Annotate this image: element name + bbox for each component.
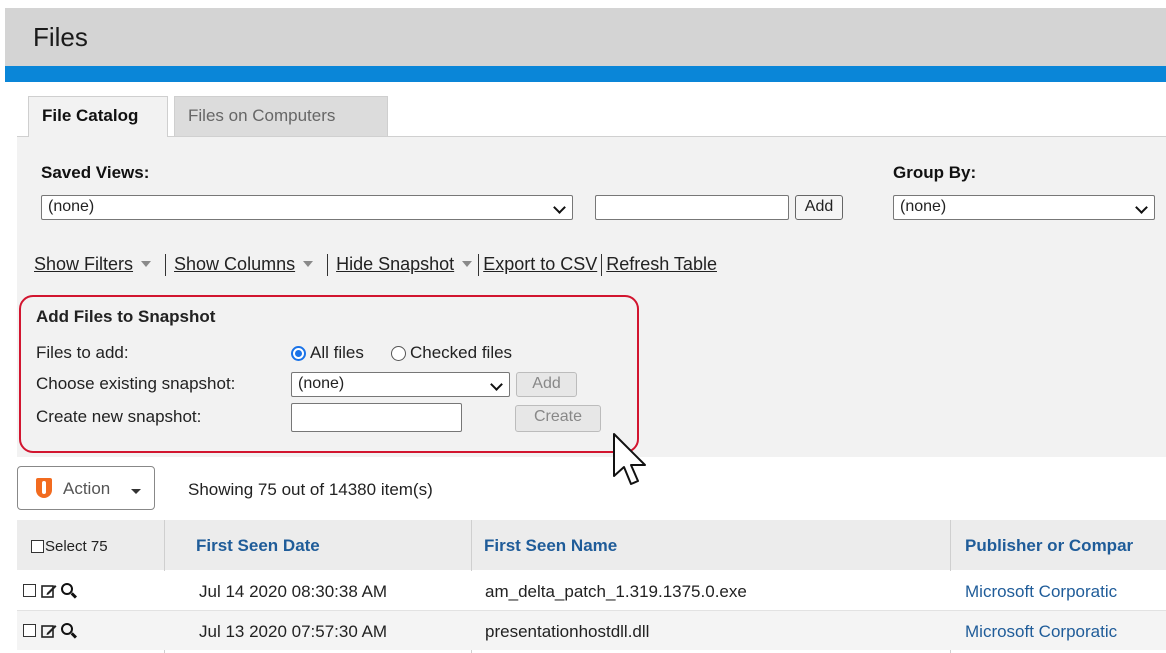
divider [327,254,329,277]
page-header: Files [5,8,1166,66]
checked-files-label: Checked files [410,343,513,362]
add-view-button[interactable]: Add [795,195,843,220]
new-view-name-input[interactable] [595,195,789,220]
all-files-label: All files [310,343,364,362]
action-menu-button[interactable]: Action [17,466,155,510]
row-checkbox[interactable] [23,584,36,597]
column-publisher[interactable]: Publisher or Compar [965,536,1133,556]
tab-files-on-computers[interactable]: Files on Computers [174,96,388,136]
row-publisher-link[interactable]: Microsoft Corporatic [965,622,1117,642]
add-to-snapshot-button[interactable]: Add [516,372,577,397]
table-row: Jul 13 2020 07:57:30 AM presentationhost… [17,611,1166,650]
column-first-seen-name[interactable]: First Seen Name [484,536,617,556]
select-all-checkbox[interactable] [31,540,44,553]
table-options-links: Show Filters Show Columns Hide Snapshot Exp… [34,254,717,277]
chevron-down-icon [553,201,566,214]
saved-views-select[interactable]: (none) [41,195,573,220]
row-checkbox[interactable] [23,624,36,637]
result-count: Showing 75 out of 14380 item(s) [188,480,433,499]
existing-snapshot-select[interactable]: (none) [291,372,510,397]
divider [601,254,603,277]
search-icon[interactable] [61,623,73,635]
row-date: Jul 13 2020 07:57:30 AM [199,622,388,641]
dropdown-triangle-icon [462,260,473,267]
chevron-down-icon [1135,201,1148,214]
edit-icon[interactable] [41,623,57,638]
group-by-label: Group By: [893,163,977,182]
mouse-cursor-icon [613,433,646,485]
page-title: Files [33,22,88,52]
create-snapshot-button[interactable]: Create [515,405,601,432]
export-csv-link[interactable]: Export to CSV [483,254,597,274]
row-name: presentationhostdll.dll [485,622,650,641]
row-name: am_delta_patch_1.319.1375.0.exe [485,582,747,601]
caret-down-icon [131,489,141,494]
column-first-seen-date[interactable]: First Seen Date [196,536,320,556]
tab-file-catalog[interactable]: File Catalog [28,96,168,137]
select-all-label: Select 75 [45,538,108,555]
edit-icon[interactable] [41,583,57,598]
create-new-label: Create new snapshot: [36,407,202,426]
saved-views-value: (none) [48,198,95,215]
checked-files-radio[interactable] [391,346,406,361]
divider [478,254,480,277]
refresh-table-link[interactable]: Refresh Table [606,254,717,274]
show-filters-link[interactable]: Show Filters [34,254,133,274]
existing-snapshot-value: (none) [298,375,345,392]
group-by-value: (none) [900,198,947,215]
shield-icon [36,478,52,498]
group-by-select[interactable]: (none) [893,195,1155,220]
divider [165,254,167,277]
hide-snapshot-link[interactable]: Hide Snapshot [336,254,454,274]
table-row: Jul 14 2020 08:30:38 AM am_delta_patch_1… [17,571,1166,611]
new-snapshot-input[interactable] [291,403,462,432]
accent-bar [5,66,1166,82]
table-header: Select 75 First Seen Date First Seen Nam… [17,520,1166,570]
search-icon[interactable] [61,583,73,595]
snapshot-heading: Add Files to Snapshot [36,307,216,326]
all-files-radio[interactable] [291,346,306,361]
action-label: Action [63,479,111,498]
show-columns-link[interactable]: Show Columns [174,254,295,274]
files-to-add-label: Files to add: [36,343,129,362]
dropdown-triangle-icon [303,260,314,267]
dropdown-triangle-icon [141,260,152,267]
choose-existing-label: Choose existing snapshot: [36,374,236,393]
saved-views-label: Saved Views: [41,163,150,182]
row-publisher-link[interactable]: Microsoft Corporatic [965,582,1117,602]
row-date: Jul 14 2020 08:30:38 AM [199,582,388,601]
chevron-down-icon [490,378,503,391]
